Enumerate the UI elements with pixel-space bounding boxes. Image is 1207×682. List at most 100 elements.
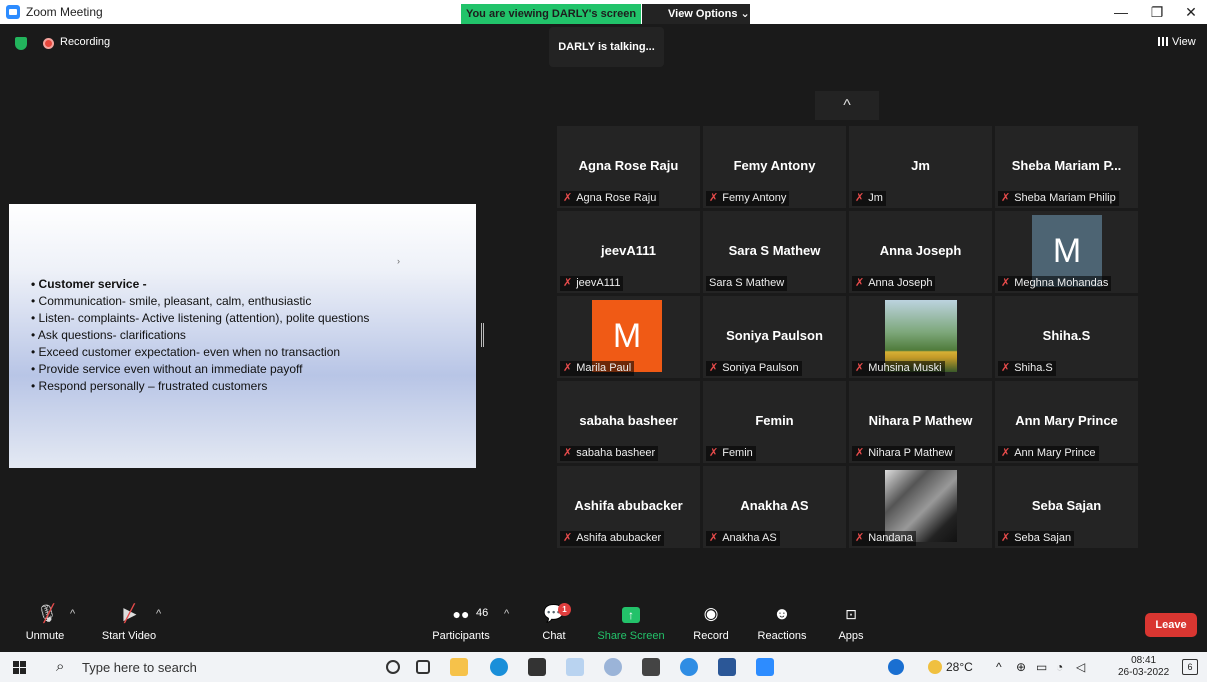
reactions-label: Reactions [757,630,807,642]
apps-label: Apps [838,630,864,642]
wifi-icon[interactable]: ◔ [1056,660,1063,674]
recording-label[interactable]: Recording [60,36,110,48]
clock-date: 26-03-2022 [1118,667,1170,678]
view-label: View [1172,36,1196,48]
video-options-caret[interactable]: ^ [156,608,161,620]
participant-name-label: ✗ Nandana [852,531,916,546]
apps-button[interactable]: ⊡ Apps [834,604,868,642]
battery-icon[interactable]: ▭ [1036,660,1047,674]
participant-name-label: ✗ Seba Sajan [998,531,1075,546]
participant-name-label: ✗ Muhsina Muski [852,361,945,376]
participant-tile[interactable]: Agna Rose Raju ✗ Agna Rose Raju [557,126,700,208]
share-screen-button[interactable]: ↑ Share Screen [596,604,666,642]
slide-bullet: Provide service even without an immediat… [31,361,369,378]
muted-mic-icon: ✗ [855,362,865,374]
volume-icon[interactable]: ◁ [1076,660,1085,674]
edge-browser-icon[interactable] [490,658,508,676]
panel-resize-handle[interactable] [481,323,484,347]
window-title: Zoom Meeting [26,5,103,19]
view-button[interactable]: View [1158,36,1196,48]
file-explorer-icon[interactable] [450,658,468,676]
chevron-up-icon[interactable]: ^ [996,660,1002,674]
participants-options-caret[interactable]: ^ [504,608,509,620]
maximize-button[interactable]: ❐ [1142,2,1172,22]
gallery-scroll-up-button[interactable]: ^ [815,91,879,120]
muted-mic-icon: ✗ [1001,277,1011,289]
notifications-icon[interactable]: 6 [1182,659,1198,675]
participant-tile[interactable]: ✗ Muhsina Muski [849,296,992,378]
start-video-button[interactable]: ▶╱ Start Video [96,604,162,642]
participant-name-label: ✗ Anakha AS [706,531,780,546]
onedrive-icon[interactable]: ⊕ [1016,660,1026,674]
participant-tile[interactable]: jeevA111 ✗ jeevA111 [557,211,700,293]
participant-tile[interactable]: Femy Antony ✗ Femy Antony [703,126,846,208]
recording-icon [43,38,54,49]
grid-icon [1158,37,1168,46]
participant-display-name: Seba Sajan [1031,498,1102,513]
participant-name-label: ✗ Jm [852,191,886,206]
participant-display-name: Nihara P Mathew [868,413,973,428]
muted-mic-icon: ✗ [563,362,573,374]
participant-name-label: ✗ Shiha.S [998,361,1056,376]
participant-tile[interactable]: Soniya Paulson ✗ Soniya Paulson [703,296,846,378]
mail-icon[interactable] [642,658,660,676]
participant-tile[interactable]: sabaha basheer ✗ sabaha basheer [557,381,700,463]
participant-tile[interactable]: Anakha AS ✗ Anakha AS [703,466,846,548]
participant-name-label: ✗ Ashifa abubacker [560,531,665,546]
participant-tile[interactable]: M ✗ Marila Paul [557,296,700,378]
participant-tile[interactable]: M ✗ Meghna Mohandas [995,211,1138,293]
muted-mic-icon: ✗ [1001,447,1011,459]
store-icon[interactable] [528,658,546,676]
task-view-icon[interactable] [416,660,430,674]
chevron-down-icon: ⌄ [740,8,750,20]
participant-name-label: ✗ Meghna Mohandas [998,276,1112,291]
help-icon[interactable] [888,659,904,675]
participant-tile[interactable]: Sheba Mariam P... ✗ Sheba Mariam Philip [995,126,1138,208]
cortana-icon[interactable] [386,660,400,674]
dropbox-icon[interactable] [566,658,584,676]
participant-tile[interactable]: Sara S Mathew Sara S Mathew [703,211,846,293]
view-options-button[interactable]: View Options ⌄ [642,4,750,24]
participant-label-text: Anakha AS [722,532,777,544]
muted-mic-icon: ✗ [855,447,865,459]
audio-options-caret[interactable]: ^ [70,608,75,620]
participant-label-text: Sara S Mathew [709,277,785,289]
participants-label: Participants [432,630,490,642]
participant-tile[interactable]: Anna Joseph ✗ Anna Joseph [849,211,992,293]
close-button[interactable]: ✕ [1176,2,1206,22]
weather-icon[interactable] [928,660,942,674]
participant-tile[interactable]: Shiha.S ✗ Shiha.S [995,296,1138,378]
windows-start-icon[interactable] [13,661,26,674]
muted-mic-icon: ✗ [709,192,719,204]
zoom-taskbar-icon[interactable] [756,658,774,676]
participant-tile[interactable]: Femin ✗ Femin [703,381,846,463]
browser-icon[interactable] [680,658,698,676]
infinity-app-icon[interactable] [604,658,622,676]
record-button[interactable]: ◉ Record [690,604,732,642]
reactions-button[interactable]: ☻ Reactions [754,604,810,642]
shield-icon[interactable] [15,37,27,50]
participant-display-name: Jm [911,158,930,173]
participant-tile[interactable]: Ann Mary Prince ✗ Ann Mary Prince [995,381,1138,463]
unmute-label: Unmute [25,630,65,642]
participant-name-label: ✗ Femy Antony [706,191,790,206]
taskbar-search-box[interactable]: Type here to search [82,660,197,675]
slide-bullet-list: Customer service - Communication- smile,… [31,276,370,395]
minimize-button[interactable]: — [1106,2,1136,22]
leave-button[interactable]: Leave [1145,613,1197,637]
participant-count: 46 [476,607,489,619]
participant-tile[interactable]: Nihara P Mathew ✗ Nihara P Mathew [849,381,992,463]
taskbar-clock[interactable]: 08:41 26-03-2022 [1118,655,1169,679]
word-icon[interactable] [718,658,736,676]
unmute-button[interactable]: 🎙╱ Unmute [20,604,70,642]
participant-label-text: Muhsina Muski [868,362,942,374]
weather-temperature: 28°C [946,660,973,674]
participant-display-name: jeevA111 [601,243,656,258]
participant-tile[interactable]: Seba Sajan ✗ Seba Sajan [995,466,1138,548]
participant-tile[interactable]: ✗ Nandana [849,466,992,548]
participant-tile[interactable]: Jm ✗ Jm [849,126,992,208]
search-icon: ⌕ [56,658,65,675]
view-options-label: View Options [668,8,738,20]
muted-mic-icon: ✗ [563,447,573,459]
participant-tile[interactable]: Ashifa abubacker ✗ Ashifa abubacker [557,466,700,548]
